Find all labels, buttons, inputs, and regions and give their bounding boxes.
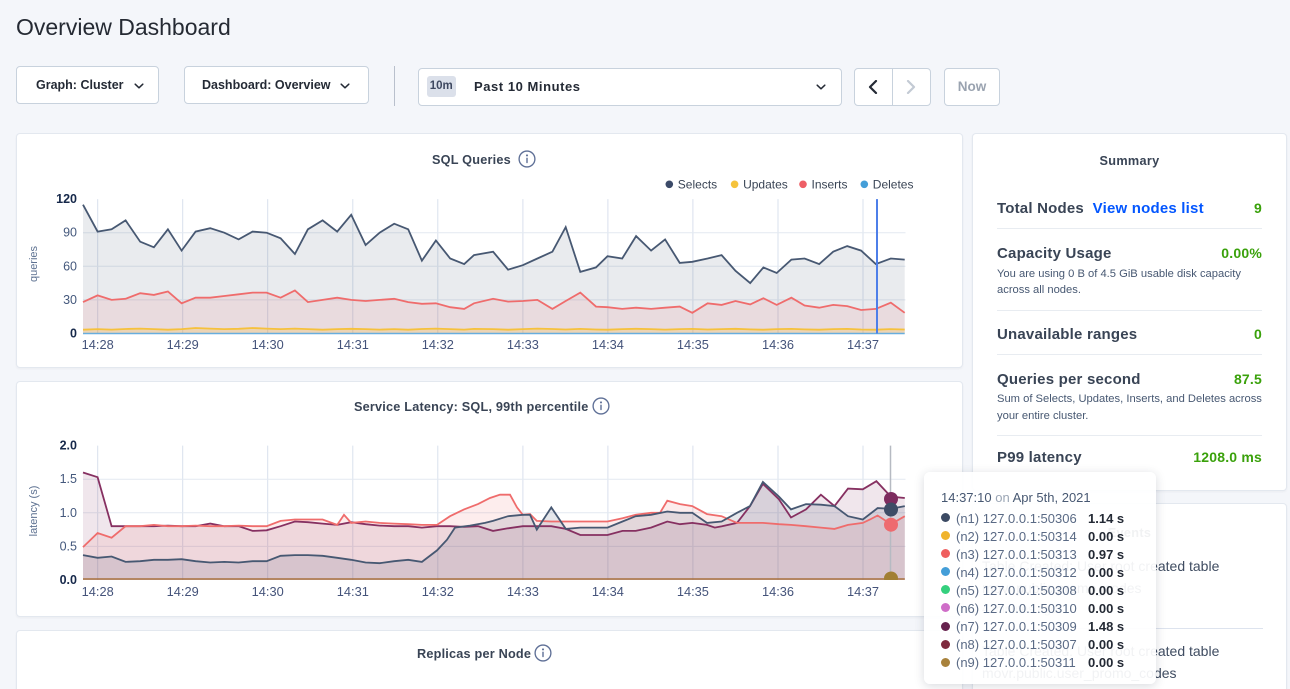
svg-text:0.5: 0.5 <box>60 539 77 553</box>
svg-text:2.0: 2.0 <box>60 439 77 453</box>
svg-text:14:29: 14:29 <box>167 584 199 599</box>
svg-text:14:28: 14:28 <box>82 584 114 599</box>
svg-text:14:34: 14:34 <box>592 584 624 599</box>
svg-text:1.5: 1.5 <box>60 472 77 486</box>
svg-text:0.0: 0.0 <box>60 573 77 587</box>
svg-text:14:32: 14:32 <box>422 584 454 599</box>
svg-text:latency (s): latency (s) <box>28 486 40 537</box>
svg-text:1.0: 1.0 <box>60 506 77 520</box>
svg-text:14:31: 14:31 <box>337 584 369 599</box>
svg-text:14:37: 14:37 <box>847 584 879 599</box>
svg-text:14:35: 14:35 <box>677 584 709 599</box>
svg-text:14:36: 14:36 <box>762 584 794 599</box>
svg-text:14:30: 14:30 <box>252 584 284 599</box>
svg-text:14:33: 14:33 <box>507 584 539 599</box>
